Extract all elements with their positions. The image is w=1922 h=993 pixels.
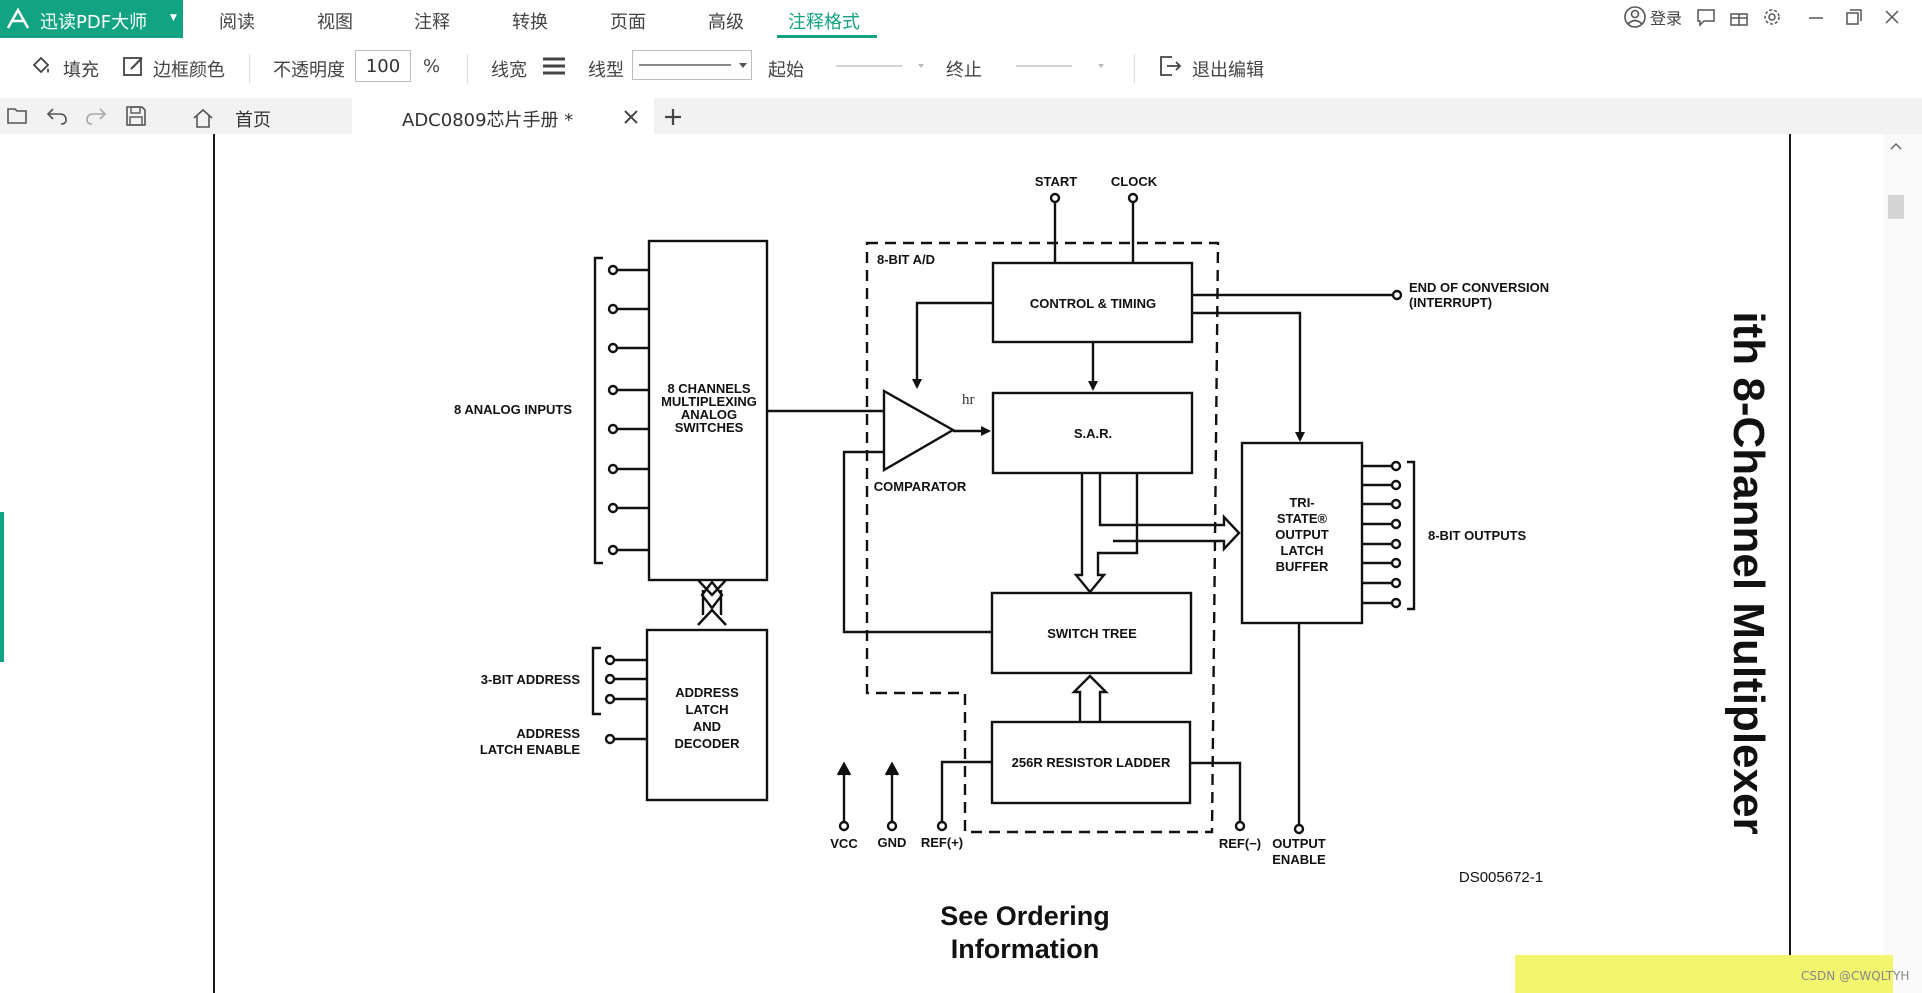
tristate-label-2: STATE® — [1277, 511, 1328, 526]
oe-label-line2: ENABLE — [1272, 852, 1326, 867]
comparator-symbol — [882, 388, 956, 473]
adc0809-block-diagram: START CLOCK 8-BIT A/D CONTROL & TIMING E… — [454, 174, 1549, 886]
oe-label-line1: OUTPUT — [1272, 836, 1326, 851]
comparator-label: COMPARATOR — [874, 479, 967, 494]
tristate-label-5: BUFFER — [1276, 559, 1329, 574]
control-timing-label: CONTROL & TIMING — [1030, 296, 1156, 311]
tristate-label-1: TRI- — [1289, 495, 1314, 510]
decoder-label-4: DECODER — [674, 736, 740, 751]
decoder-label-3: AND — [693, 719, 721, 734]
figure-id: DS005672-1 — [1459, 869, 1543, 886]
ale-label-line2: LATCH ENABLE — [480, 742, 580, 757]
adc-dashed-region — [865, 241, 1220, 834]
ref-plus-label: REF(+) — [921, 835, 963, 850]
clock-label: CLOCK — [1111, 174, 1158, 189]
ladder-label: 256R RESISTOR LADDER — [1012, 755, 1171, 770]
analog-inputs-label: 8 ANALOG INPUTS — [454, 402, 572, 417]
decoder-label-2: LATCH — [685, 702, 728, 717]
ale-label-line1: ADDRESS — [516, 726, 580, 741]
eoc-label-line2: (INTERRUPT) — [1409, 295, 1492, 310]
start-label: START — [1035, 174, 1077, 189]
tristate-label-4: LATCH — [1280, 543, 1323, 558]
adc-region-label: 8-BIT A/D — [877, 252, 935, 267]
handwritten-annotation: hr — [962, 392, 975, 408]
vcc-label: VCC — [830, 836, 858, 851]
switch-tree-label: SWITCH TREE — [1047, 626, 1137, 641]
outputs-label: 8-BIT OUTPUTS — [1428, 528, 1527, 543]
decoder-label-1: ADDRESS — [675, 685, 739, 700]
tristate-label-3: OUTPUT — [1275, 527, 1329, 542]
eoc-label-line1: END OF CONVERSION — [1409, 280, 1549, 295]
csdn-watermark: CSDN @CWQLTYH — [1801, 969, 1910, 983]
gnd-label: GND — [878, 835, 907, 850]
address-3bit-label: 3-BIT ADDRESS — [481, 672, 581, 687]
mux-label-4: SWITCHES — [675, 420, 744, 435]
see-ordering-heading: See Ordering Information — [890, 900, 1160, 966]
ref-minus-label: REF(−) — [1219, 836, 1261, 851]
ordering-line-2: Information — [950, 934, 1100, 964]
ordering-line-1: See Ordering — [940, 901, 1110, 931]
sar-label: S.A.R. — [1074, 426, 1112, 441]
